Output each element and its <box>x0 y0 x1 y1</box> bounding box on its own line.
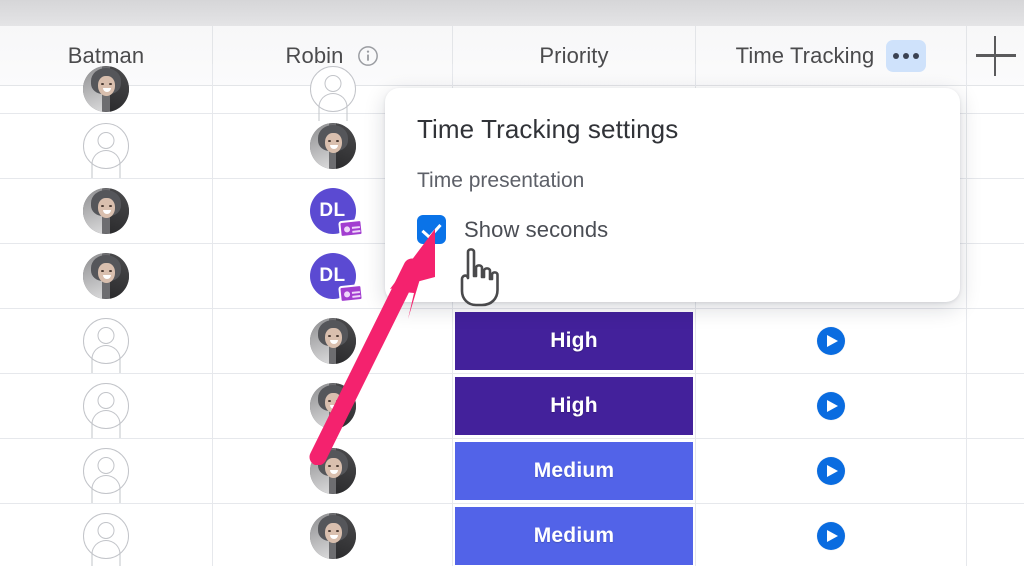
avatar[interactable] <box>309 383 356 429</box>
table-row: High <box>0 309 1024 374</box>
dot <box>913 53 920 59</box>
start-timer-button[interactable] <box>817 457 845 485</box>
avatar[interactable] <box>309 448 356 494</box>
avatar-placeholder-icon[interactable] <box>83 123 129 169</box>
cell-extra <box>967 504 1024 566</box>
avatar-placeholder-icon[interactable] <box>83 448 129 494</box>
cell-extra <box>967 179 1024 243</box>
popup-section-label: Time presentation <box>417 169 585 192</box>
cell-time-tracking[interactable] <box>696 439 967 503</box>
avatar-initials[interactable]: DL <box>309 253 364 304</box>
cell-robin[interactable] <box>213 309 453 373</box>
cell-batman[interactable] <box>0 439 213 503</box>
cell-batman[interactable] <box>0 309 213 373</box>
table-row: Medium <box>0 439 1024 504</box>
cell-batman[interactable] <box>0 244 213 308</box>
cell-time-tracking[interactable] <box>696 374 967 438</box>
cell-batman[interactable] <box>0 374 213 438</box>
table-row: Medium <box>0 504 1024 566</box>
priority-cell-value[interactable]: Medium <box>455 442 693 500</box>
avatar[interactable] <box>83 253 129 299</box>
avatar[interactable] <box>83 65 129 112</box>
show-seconds-checkbox[interactable] <box>417 215 446 244</box>
avatar[interactable] <box>309 318 356 364</box>
priority-cell-value[interactable]: High <box>455 312 693 370</box>
cell-batman[interactable] <box>0 114 213 178</box>
screen: Batman Robin Priority Time Tracking DL D… <box>0 0 1024 566</box>
cell-time-tracking[interactable] <box>696 504 967 566</box>
cell-batman[interactable] <box>0 179 213 243</box>
avatar-placeholder-icon[interactable] <box>309 65 356 112</box>
cell-priority[interactable]: High <box>453 374 696 438</box>
start-timer-button[interactable] <box>817 392 845 420</box>
cell-priority[interactable]: High <box>453 309 696 373</box>
cell-extra <box>967 244 1024 308</box>
start-timer-button[interactable] <box>817 327 845 355</box>
contact-card-icon <box>337 218 364 239</box>
cell-extra <box>967 114 1024 178</box>
cell-extra <box>967 439 1024 503</box>
cell-robin[interactable] <box>213 439 453 503</box>
show-seconds-option-row[interactable]: Show seconds <box>417 215 928 244</box>
popup-title: Time Tracking settings <box>417 114 679 144</box>
cell-priority[interactable]: Medium <box>453 504 696 566</box>
cell-extra <box>967 64 1024 113</box>
start-timer-button[interactable] <box>817 522 845 550</box>
avatar-placeholder-icon[interactable] <box>83 513 129 559</box>
avatar-initials[interactable]: DL <box>309 188 364 239</box>
cell-batman[interactable] <box>0 64 213 113</box>
avatar[interactable] <box>309 513 356 559</box>
avatar-placeholder-icon[interactable] <box>83 318 129 364</box>
show-seconds-label: Show seconds <box>464 216 609 242</box>
dot <box>903 53 910 59</box>
dot <box>893 53 900 59</box>
avatar[interactable] <box>309 123 356 169</box>
avatar-placeholder-icon[interactable] <box>83 383 129 429</box>
cell-extra <box>967 309 1024 373</box>
priority-cell-value[interactable]: Medium <box>455 507 693 565</box>
window-top-strip <box>0 0 1024 26</box>
contact-card-icon <box>337 283 364 304</box>
cell-robin[interactable] <box>213 374 453 438</box>
table-row: High <box>0 374 1024 439</box>
cell-batman[interactable] <box>0 504 213 566</box>
avatar[interactable] <box>83 188 129 234</box>
cell-priority[interactable]: Medium <box>453 439 696 503</box>
cell-robin[interactable] <box>213 504 453 566</box>
priority-cell-value[interactable]: High <box>455 377 693 435</box>
cell-time-tracking[interactable] <box>696 309 967 373</box>
time-tracking-settings-popup: Time Tracking settings Time presentation… <box>385 88 960 302</box>
cell-extra <box>967 374 1024 438</box>
